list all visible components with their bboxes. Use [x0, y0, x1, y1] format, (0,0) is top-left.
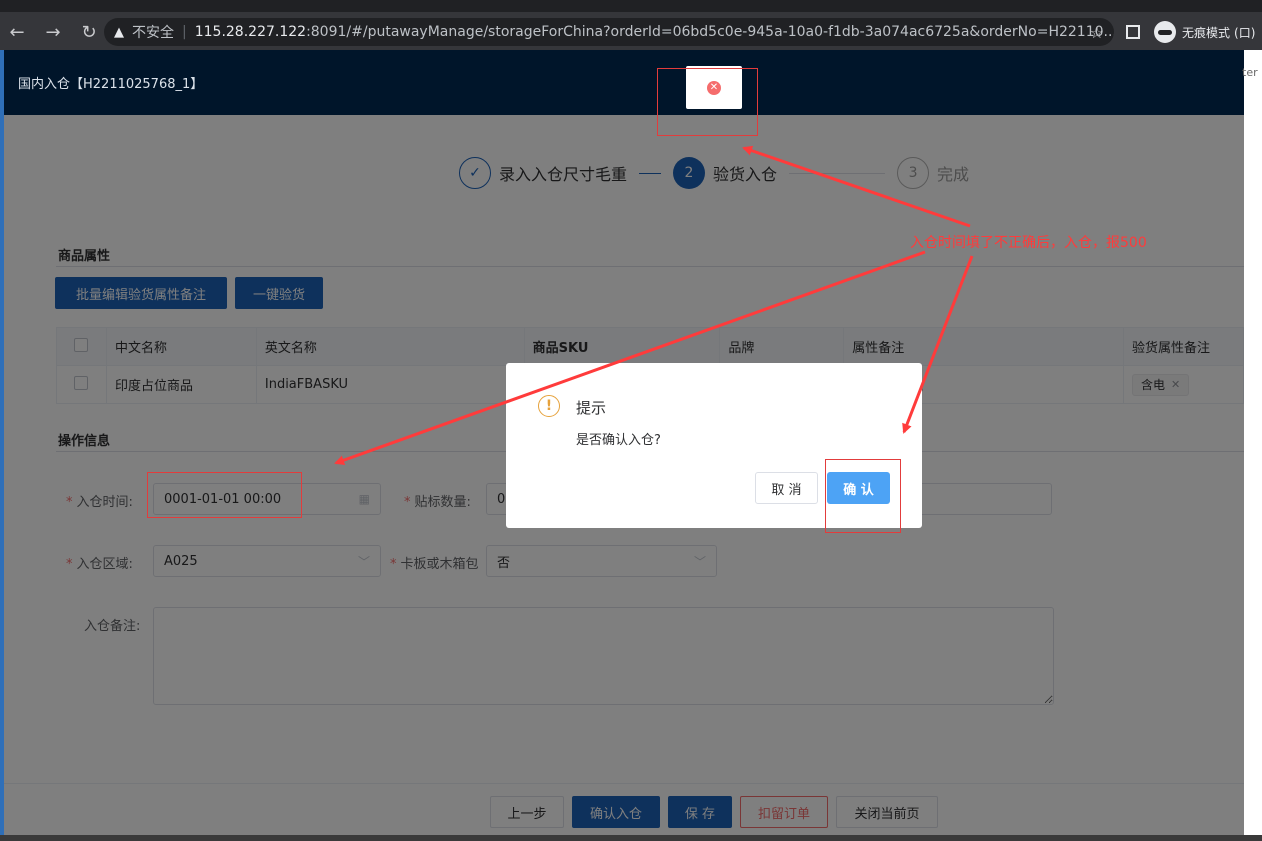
- incognito-extra: (口): [1234, 25, 1256, 40]
- url-host: 115.28.227.122: [194, 24, 307, 40]
- forward-arrow-icon[interactable]: →: [42, 21, 64, 43]
- url-separator: |: [182, 24, 187, 40]
- dialog-message: 是否确认入仓?: [576, 433, 661, 448]
- reload-icon[interactable]: ↻: [78, 21, 100, 43]
- browser-toolbar: ← → ↻ ▲ 不安全 | 115.28.227.122 :8091/#/put…: [0, 12, 1262, 52]
- right-side-panel: [1244, 50, 1262, 841]
- browser-right-controls: 无痕模式 (口): [1126, 18, 1255, 46]
- incognito-label: 无痕模式: [1182, 25, 1231, 40]
- annotation-box-time: [147, 472, 302, 518]
- bottom-edge-strip: [0, 835, 1262, 841]
- security-label: 不安全: [132, 25, 174, 41]
- annotation-box-confirm: [825, 459, 901, 533]
- url-path: :8091/#/putawayManage/storageForChina?or…: [306, 24, 1114, 40]
- app-header: 国内入仓【H2211025768_1】: [4, 50, 1244, 115]
- side-panel-text: ter: [1242, 66, 1258, 79]
- back-arrow-icon[interactable]: ←: [6, 21, 28, 43]
- annotation-text: 入仓时间填了不正确后，入仓，报500: [910, 235, 1147, 251]
- warning-triangle-icon: ▲: [114, 24, 124, 40]
- tab-search-icon[interactable]: [1126, 25, 1140, 39]
- dialog-title: 提示: [576, 399, 607, 417]
- incognito-icon[interactable]: [1154, 21, 1176, 43]
- bookmark-star-icon[interactable]: ☆: [1090, 23, 1104, 42]
- dialog-cancel-button[interactable]: 取 消: [755, 472, 818, 504]
- warning-icon: !: [538, 395, 560, 417]
- address-bar[interactable]: ▲ 不安全 | 115.28.227.122 :8091/#/putawayMa…: [104, 18, 1114, 46]
- page-title: 国内入仓【H2211025768_1】: [18, 77, 204, 92]
- annotation-box-toast: [657, 68, 758, 136]
